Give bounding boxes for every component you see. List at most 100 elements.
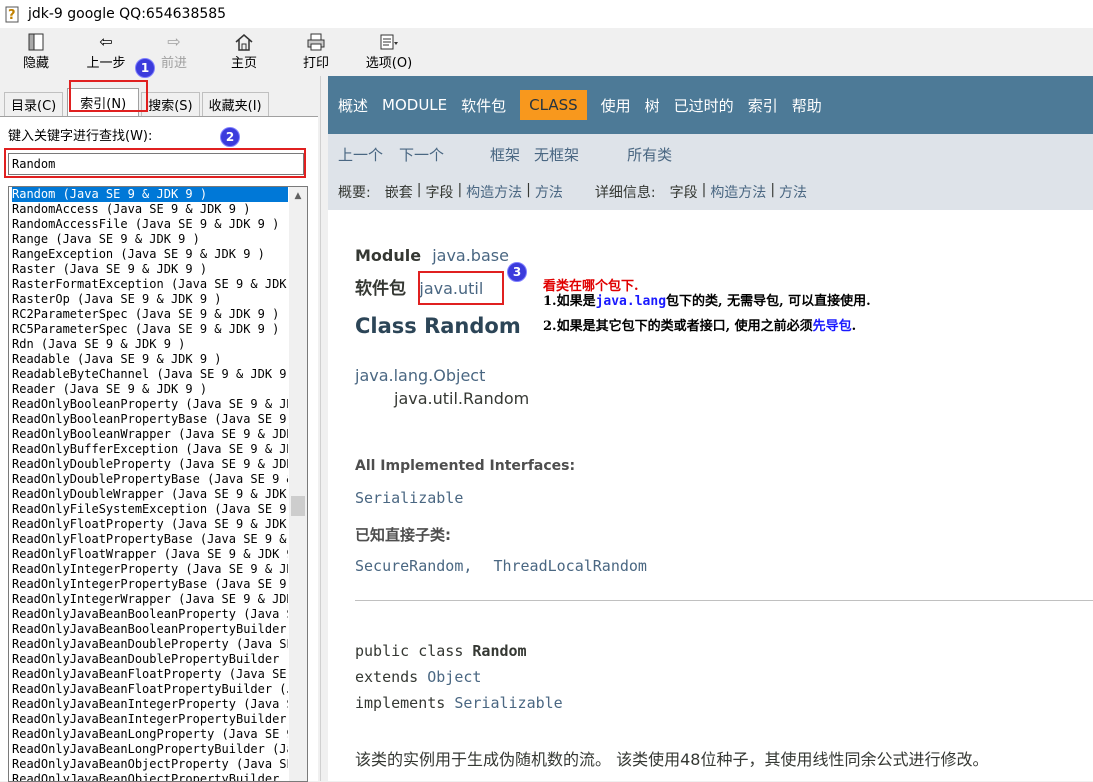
index-list-item[interactable]: ReadOnlyDoublePropertyBase (Java SE 9 & …	[12, 472, 288, 487]
index-list-item[interactable]: RangeException (Java SE 9 & JDK 9 )	[12, 247, 288, 262]
index-list-item[interactable]: ReadOnlyDoubleWrapper (Java SE 9 & JDK 9…	[12, 487, 288, 502]
sub-nav-bar: 上一个 下一个 框架 无框架 所有类 概要: 嵌套 | 字段 | 构造方法 | …	[328, 134, 1093, 210]
summary-constructor-link[interactable]: 构造方法	[466, 182, 522, 202]
home-button[interactable]: 主页	[228, 28, 260, 71]
index-list-item[interactable]: ReadOnlyDoubleProperty (Java SE 9 & JDK …	[12, 457, 288, 472]
index-list-item[interactable]: ReadOnlyJavaBeanObjectProperty (Java SE …	[12, 757, 288, 772]
index-list-item[interactable]: ReadOnlyIntegerPropertyBase (Java SE 9 &…	[12, 577, 288, 592]
content-pane: 概述 MODULE 软件包 CLASS 使用 树 已过时的 索引 帮助 上一个 …	[328, 76, 1093, 781]
index-list-item[interactable]: ReadableByteChannel (Java SE 9 & JDK 9 )	[12, 367, 288, 382]
frames-link[interactable]: 框架	[490, 144, 520, 165]
index-list-item[interactable]: ReadOnlyFloatProperty (Java SE 9 & JDK 9…	[12, 517, 288, 532]
index-list-item[interactable]: RC2ParameterSpec (Java SE 9 & JDK 9 )	[12, 307, 288, 322]
scroll-thumb[interactable]	[291, 496, 305, 516]
object-link[interactable]: Object	[427, 668, 481, 686]
hide-button[interactable]: 隐藏	[18, 28, 54, 71]
inherit-child: java.util.Random	[394, 389, 530, 408]
next-class-link[interactable]: 下一个	[399, 144, 444, 165]
printer-icon	[304, 32, 328, 52]
separator: |	[701, 182, 707, 198]
step-badge-1: 1	[135, 58, 155, 78]
keyword-label: 键入关键字进行查找(W):	[8, 129, 153, 144]
index-list-item[interactable]: ReadOnlyBooleanWrapper (Java SE 9 & JDK …	[12, 427, 288, 442]
forward-label: 前进	[160, 56, 187, 71]
detail-constructor-link[interactable]: 构造方法	[710, 182, 766, 202]
index-list-item[interactable]: ReadOnlyJavaBeanDoubleProperty (Java SE …	[12, 637, 288, 652]
annotation-line-1-prefix: 1.如果是	[543, 294, 596, 309]
index-list-item[interactable]: ReadOnlyFloatWrapper (Java SE 9 & JDK 9 …	[12, 547, 288, 562]
tab-search[interactable]: 搜索(S)	[141, 92, 200, 116]
index-list-item[interactable]: ReadOnlyJavaBeanBooleanProperty (Java SE…	[12, 607, 288, 622]
hide-label: 隐藏	[22, 56, 49, 71]
index-list-item[interactable]: ReadOnlyJavaBeanBooleanPropertyBuilder (…	[12, 622, 288, 637]
index-list-item[interactable]: ReadOnlyJavaBeanFloatPropertyBuilder (Ja…	[12, 682, 288, 697]
nav-deprecated[interactable]: 已过时的	[674, 95, 734, 116]
package-highlight	[418, 271, 504, 305]
nav-overview[interactable]: 概述	[338, 95, 368, 116]
all-classes-link[interactable]: 所有类	[627, 144, 672, 165]
prev-class-link[interactable]: 上一个	[338, 144, 383, 165]
tab-contents[interactable]: 目录(C)	[4, 92, 64, 116]
threadlocalrandom-link[interactable]: ThreadLocalRandom	[493, 557, 647, 575]
code-implements: implements	[355, 694, 446, 712]
summary-nested: 嵌套	[384, 185, 413, 201]
module-label: Module	[355, 246, 422, 265]
module-link[interactable]: java.base	[432, 246, 509, 265]
index-list-item[interactable]: ReadOnlyJavaBeanLongPropertyBuilder (Jav…	[12, 742, 288, 757]
index-list-item[interactable]: RandomAccessFile (Java SE 9 & JDK 9 )	[12, 217, 288, 232]
nav-module[interactable]: MODULE	[382, 96, 447, 114]
index-list-item[interactable]: ReadOnlyJavaBeanDoublePropertyBuilder (J…	[12, 652, 288, 667]
index-list-item[interactable]: Random (Java SE 9 & JDK 9 )	[12, 187, 288, 202]
index-list-item[interactable]: RasterOp (Java SE 9 & JDK 9 )	[12, 292, 288, 307]
summary-field: 字段	[425, 185, 454, 201]
index-list-scrollbar[interactable]: ▲	[289, 187, 307, 781]
index-list-item[interactable]: Raster (Java SE 9 & JDK 9 )	[12, 262, 288, 277]
scroll-up-icon[interactable]: ▲	[289, 187, 307, 204]
index-list-item[interactable]: ReadOnlyIntegerWrapper (Java SE 9 & JDK …	[12, 592, 288, 607]
nav-index[interactable]: 索引	[748, 95, 778, 116]
index-list-item[interactable]: ReadOnlyBooleanPropertyBase (Java SE 9 &…	[12, 412, 288, 427]
index-list-item[interactable]: Reader (Java SE 9 & JDK 9 )	[12, 382, 288, 397]
index-list-item[interactable]: ReadOnlyJavaBeanLongProperty (Java SE 9 …	[12, 727, 288, 742]
tab-favorites[interactable]: 收藏夹(I)	[201, 92, 269, 116]
nav-tree[interactable]: 树	[645, 95, 660, 116]
index-list-item[interactable]: ReadOnlyIntegerProperty (Java SE 9 & JDK…	[12, 562, 288, 577]
print-button[interactable]: 打印	[300, 28, 332, 71]
index-list-item[interactable]: ReadOnlyBooleanProperty (Java SE 9 & JDK…	[12, 397, 288, 412]
nav-use[interactable]: 使用	[601, 95, 631, 116]
index-list-item[interactable]: Rdn (Java SE 9 & JDK 9 )	[12, 337, 288, 352]
options-button[interactable]: 选项(O)	[362, 28, 416, 71]
pane-splitter[interactable]	[320, 76, 328, 781]
back-button[interactable]: ⇦ 上一步	[84, 28, 128, 72]
index-list-item[interactable]: ReadOnlyFileSystemException (Java SE 9 &…	[12, 502, 288, 517]
detail-method-link[interactable]: 方法	[779, 182, 807, 202]
index-list-item[interactable]: RC5ParameterSpec (Java SE 9 & JDK 9 )	[12, 322, 288, 337]
nav-help[interactable]: 帮助	[792, 95, 822, 116]
forward-button[interactable]: ⇨ 前进	[158, 28, 190, 72]
index-list-item[interactable]: Readable (Java SE 9 & JDK 9 )	[12, 352, 288, 367]
index-list-item[interactable]: RandomAccess (Java SE 9 & JDK 9 )	[12, 202, 288, 217]
index-list-item[interactable]: ReadOnlyJavaBeanIntegerProperty (Java SE…	[12, 697, 288, 712]
inherit-parent-link[interactable]: java.lang.Object	[355, 366, 485, 385]
window-title: jdk-9 google QQ:654638585	[28, 6, 227, 22]
index-list-item[interactable]: ReadOnlyJavaBeanIntegerPropertyBuilder (…	[12, 712, 288, 727]
serializable-link[interactable]: Serializable	[355, 489, 463, 507]
index-list[interactable]: Random (Java SE 9 & JDK 9 ) RandomAccess …	[8, 186, 308, 782]
index-list-item[interactable]: Range (Java SE 9 & JDK 9 )	[12, 232, 288, 247]
separator: |	[770, 182, 776, 198]
index-list-item[interactable]: ReadOnlyFloatPropertyBase (Java SE 9 & J…	[12, 532, 288, 547]
no-frames-link[interactable]: 无框架	[534, 144, 579, 165]
securerandom-link[interactable]: SecureRandom	[355, 557, 463, 575]
index-list-item[interactable]: ReadOnlyBufferException (Java SE 9 & JDK…	[12, 442, 288, 457]
serializable-code-link[interactable]: Serializable	[454, 694, 562, 712]
subclass-separator: ,	[463, 557, 473, 575]
navigation-pane: 目录(C) 索引(N) 搜索(S) 收藏夹(I) 键入关键字进行查找(W): R…	[0, 76, 320, 782]
annotation-line-1-suffix: 包下的类, 无需导包, 可以直接使用.	[666, 294, 871, 309]
index-list-item[interactable]: RasterFormatException (Java SE 9 & JDK 9…	[12, 277, 288, 292]
home-icon	[232, 32, 256, 52]
index-list-item[interactable]: ReadOnlyJavaBeanFloatProperty (Java SE 9…	[12, 667, 288, 682]
nav-package[interactable]: 软件包	[461, 95, 506, 116]
summary-method-link[interactable]: 方法	[535, 182, 563, 202]
title-bar: ? jdk-9 google QQ:654638585	[0, 0, 1093, 28]
annotation-line-2-blue: 先导包	[812, 319, 852, 334]
